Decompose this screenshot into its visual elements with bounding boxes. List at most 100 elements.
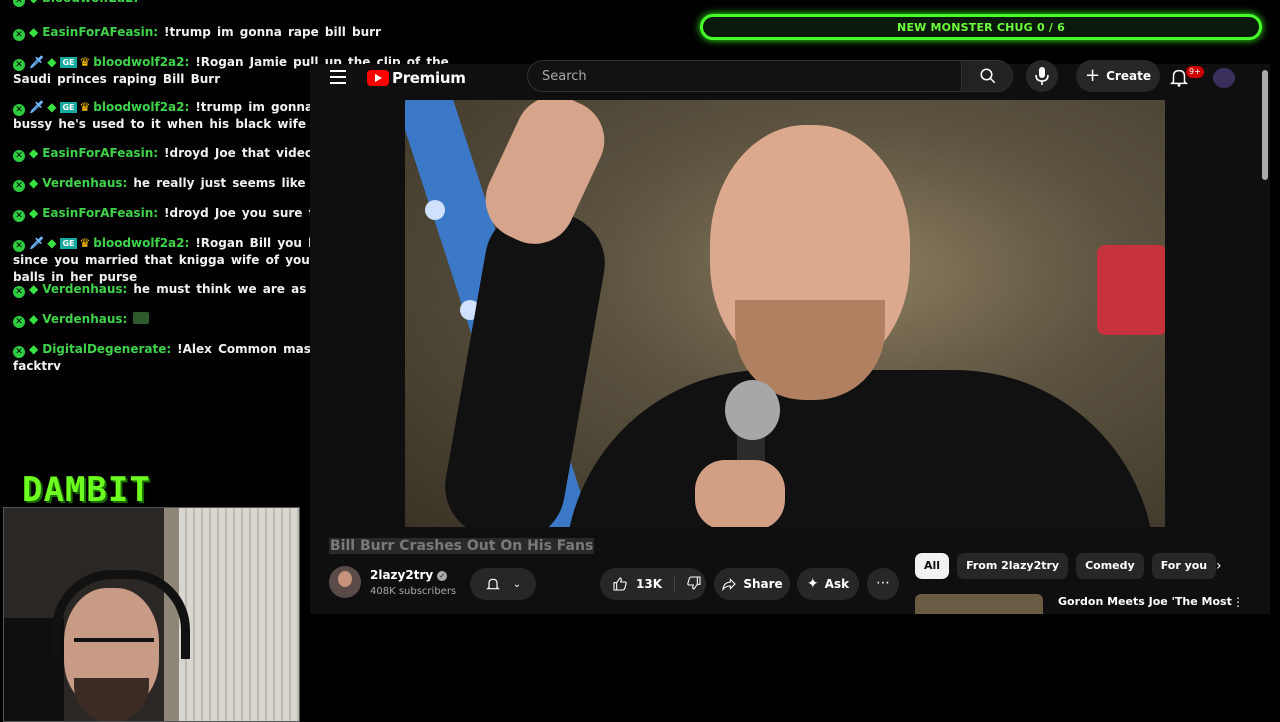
- monster-chug-progress-bar: NEW MONSTER CHUG 0 / 6: [700, 14, 1262, 40]
- premium-label: Premium: [392, 69, 466, 87]
- crown-icon: ♛: [79, 236, 91, 250]
- channel-avatar[interactable]: [329, 566, 361, 598]
- search-button[interactable]: [961, 60, 1013, 92]
- ask-button[interactable]: ✦ Ask: [797, 568, 859, 600]
- close-icon: ✕: [13, 346, 25, 358]
- glasses: [74, 638, 154, 662]
- recommendation-chips: All From 2lazy2try Comedy For you: [915, 553, 1217, 581]
- microphone-head: [725, 380, 780, 440]
- chat-message: ✕ ◆ EasinForAFeasin: !trump im gonna rape b…: [13, 24, 453, 41]
- diamond-icon: ◆: [29, 25, 39, 39]
- plus-icon: +: [1085, 65, 1101, 86]
- voice-search-button[interactable]: [1026, 60, 1058, 92]
- chip-for-you[interactable]: For you: [1151, 553, 1217, 579]
- diamond-icon: ◆: [47, 236, 57, 250]
- close-icon: ✕: [13, 59, 25, 71]
- thumbs-down-icon: [687, 575, 701, 590]
- diamond-icon: ◆: [29, 176, 39, 190]
- chat-username: Verdenhaus:: [42, 312, 128, 326]
- recommended-video-thumbnail[interactable]: [915, 594, 1043, 614]
- chat-username: DigitalDegenerate:: [42, 342, 172, 356]
- create-button[interactable]: + Create: [1076, 60, 1160, 92]
- close-icon: ✕: [13, 104, 25, 116]
- diamond-icon: ◆: [29, 282, 39, 296]
- chat-username: bloodwolf2a2:: [93, 100, 190, 114]
- chat-username: bloodwolf2a2:: [93, 55, 190, 69]
- dislike-button[interactable]: [675, 575, 702, 594]
- ge-badge-icon: GE: [60, 102, 77, 113]
- chat-username: EasinForAFeasin:: [42, 25, 159, 39]
- close-icon: ✕: [13, 29, 25, 41]
- create-label: Create: [1106, 69, 1151, 83]
- hamburger-menu-icon[interactable]: [330, 70, 346, 84]
- channel-name[interactable]: 2lazy2try: [370, 568, 433, 582]
- close-icon: ✕: [13, 240, 25, 252]
- streamer-logo: DAMBIT: [22, 470, 151, 510]
- chat-message-partial: ✕◆bloodwolf2a2:: [13, 0, 453, 7]
- like-count: 13K: [636, 577, 662, 591]
- hand-holding-mic: [695, 460, 785, 527]
- chat-username: EasinForAFeasin:: [42, 206, 159, 220]
- youtube-window: Premium + Create 9+: [310, 60, 1270, 614]
- bell-icon: [486, 578, 500, 590]
- chug-progress-label: NEW MONSTER CHUG 0 / 6: [897, 21, 1065, 34]
- diamond-icon: ◆: [29, 342, 39, 356]
- webcam-feed: [3, 507, 300, 722]
- sparkle-icon: ✦: [806, 576, 819, 592]
- close-icon: ✕: [13, 286, 25, 298]
- account-avatar[interactable]: [1213, 68, 1235, 88]
- beard: [74, 678, 149, 721]
- youtube-premium-logo[interactable]: Premium: [367, 69, 466, 87]
- youtube-header: Premium + Create 9+: [310, 60, 1270, 92]
- channel-name-row[interactable]: 2lazy2try ✓: [370, 568, 448, 582]
- diamond-icon: ◆: [29, 312, 39, 326]
- search-box[interactable]: [527, 60, 962, 92]
- chat-username: bloodwolf2a2:: [93, 236, 190, 250]
- search-icon: [980, 68, 996, 84]
- ask-label: Ask: [824, 577, 850, 591]
- chat-text: !trump im gonna rape bill burr: [164, 25, 381, 39]
- notification-count-badge: 9+: [1186, 66, 1204, 78]
- video-player[interactable]: [405, 100, 1165, 527]
- close-icon: ✕: [13, 150, 25, 162]
- like-button[interactable]: 13K: [600, 576, 675, 592]
- chip-comedy[interactable]: Comedy: [1076, 553, 1144, 579]
- close-icon: ✕: [13, 180, 25, 192]
- recommended-video-title[interactable]: Gordon Meets Joe 'The Most: [1058, 595, 1232, 608]
- sword-icon: 🗡: [29, 100, 45, 114]
- more-actions-icon[interactable]: ⋯: [867, 568, 899, 600]
- red-decor: [1097, 245, 1165, 335]
- close-icon: ✕: [13, 316, 25, 328]
- page-scrollbar[interactable]: [1262, 70, 1268, 180]
- close-icon: ✕: [13, 210, 25, 222]
- chat-username: Verdenhaus:: [42, 176, 128, 190]
- chevron-down-icon: ⌄: [512, 578, 522, 590]
- chat-username: bloodwolf2a2:: [42, 0, 138, 5]
- diamond-icon: ◆: [29, 206, 39, 220]
- share-label: Share: [743, 577, 783, 591]
- diamond-icon: ◆: [47, 55, 57, 69]
- chevron-right-icon[interactable]: ›: [1216, 558, 1222, 574]
- thumbs-up-icon: [613, 577, 627, 591]
- subscription-bell-button[interactable]: ⌄: [470, 568, 536, 600]
- sword-icon: 🗡: [29, 236, 45, 250]
- sword-icon: 🗡: [29, 55, 45, 69]
- subscriber-count: 408K subscribers: [370, 586, 457, 597]
- chip-all[interactable]: All: [915, 553, 950, 579]
- verified-check-icon: ✓: [437, 571, 448, 581]
- emote-icon: [133, 312, 150, 324]
- share-button[interactable]: Share: [714, 568, 790, 600]
- microphone-icon: [1035, 67, 1049, 85]
- more-vert-icon[interactable]: ⋮: [1232, 595, 1244, 609]
- diamond-icon: ◆: [29, 146, 39, 160]
- share-icon: [722, 578, 737, 592]
- diamond-icon: ◆: [47, 100, 57, 114]
- search-input[interactable]: [540, 68, 944, 85]
- crown-icon: ♛: [79, 100, 91, 114]
- like-dislike-group: 13K: [600, 568, 706, 600]
- window-blinds: [179, 508, 299, 721]
- chat-username: EasinForAFeasin:: [42, 146, 159, 160]
- ge-badge-icon: GE: [60, 238, 77, 249]
- chip-from-channel[interactable]: From 2lazy2try: [957, 553, 1069, 579]
- chat-username: Verdenhaus:: [42, 282, 128, 296]
